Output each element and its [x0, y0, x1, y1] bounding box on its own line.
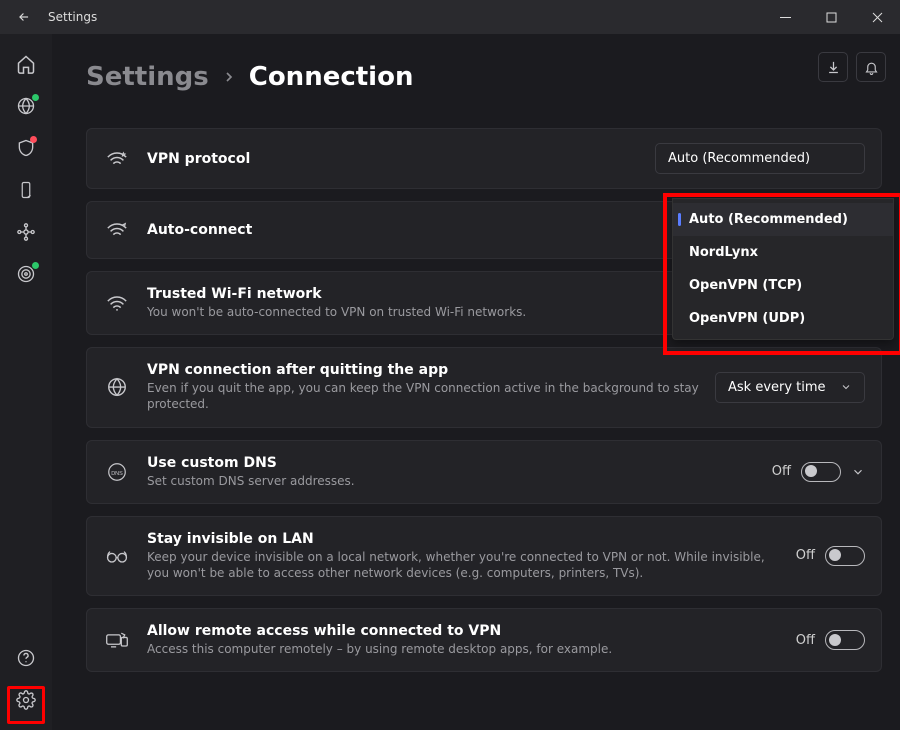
topbar-actions	[818, 52, 886, 82]
dropdown-option[interactable]: OpenVPN (TCP)	[673, 269, 893, 302]
setting-subtitle: Keep your device invisible on a local ne…	[147, 549, 780, 581]
setting-lan-invisible: Stay invisible on LAN Keep your device i…	[86, 516, 882, 596]
window-controls	[762, 0, 900, 34]
toggle-label: Off	[772, 464, 791, 479]
setting-title: Allow remote access while connected to V…	[147, 623, 780, 639]
remote-icon	[103, 626, 131, 654]
sidebar-item-home[interactable]	[10, 48, 42, 80]
setting-title: Use custom DNS	[147, 455, 756, 471]
status-dot-icon	[30, 136, 37, 143]
toggle-label: Off	[796, 633, 815, 648]
setting-after-quit: VPN connection after quitting the app Ev…	[86, 347, 882, 427]
setting-custom-dns: DNS Use custom DNS Set custom DNS server…	[86, 440, 882, 504]
remote-toggle[interactable]	[825, 630, 865, 650]
sidebar	[0, 34, 52, 730]
setting-subtitle: Even if you quit the app, you can keep t…	[147, 380, 699, 412]
dropdown-option[interactable]: NordLynx	[673, 236, 893, 269]
setting-title: VPN protocol	[147, 151, 639, 167]
sidebar-item-shield[interactable]	[10, 132, 42, 164]
dns-toggle[interactable]	[801, 462, 841, 482]
minimize-button[interactable]	[762, 0, 808, 34]
select-value: Auto (Recommended)	[668, 151, 810, 166]
glasses-icon	[103, 542, 131, 570]
toggle-label: Off	[796, 548, 815, 563]
maximize-button[interactable]	[808, 0, 854, 34]
select-value: Ask every time	[728, 380, 826, 395]
setting-subtitle: Set custom DNS server addresses.	[147, 473, 756, 489]
chevron-down-icon[interactable]	[851, 465, 865, 479]
download-button[interactable]	[818, 52, 848, 82]
wifi-arrow-icon	[103, 216, 131, 244]
sidebar-item-help[interactable]	[10, 642, 42, 674]
wifi-icon	[103, 289, 131, 317]
sidebar-item-settings[interactable]	[10, 684, 42, 716]
setting-title: Stay invisible on LAN	[147, 531, 780, 547]
lan-toggle[interactable]	[825, 546, 865, 566]
setting-subtitle: Access this computer remotely – by using…	[147, 641, 780, 657]
setting-title: Auto-connect	[147, 222, 709, 238]
breadcrumb: Settings Connection	[86, 62, 882, 92]
status-dot-icon	[32, 94, 39, 101]
setting-title: VPN connection after quitting the app	[147, 362, 699, 378]
status-dot-icon	[32, 262, 39, 269]
close-button[interactable]	[854, 0, 900, 34]
dropdown-option[interactable]: OpenVPN (UDP)	[673, 302, 893, 335]
protocol-select[interactable]: Auto (Recommended)	[655, 143, 865, 174]
wifi-star-icon	[103, 145, 131, 173]
chevron-down-icon	[840, 381, 852, 393]
breadcrumb-current: Connection	[249, 62, 414, 92]
notifications-button[interactable]	[856, 52, 886, 82]
back-button[interactable]	[10, 3, 38, 31]
window-title: Settings	[48, 10, 97, 24]
content-area: Settings Connection VPN protocol Auto (R…	[52, 34, 900, 730]
sidebar-item-mesh[interactable]	[10, 216, 42, 248]
globe-icon	[103, 373, 131, 401]
chevron-right-icon	[221, 69, 237, 85]
titlebar: Settings	[0, 0, 900, 34]
svg-text:DNS: DNS	[111, 470, 123, 476]
breadcrumb-root[interactable]: Settings	[86, 62, 209, 92]
dns-icon: DNS	[103, 458, 131, 486]
dropdown-option[interactable]: Auto (Recommended)	[673, 203, 893, 236]
after-quit-select[interactable]: Ask every time	[715, 372, 865, 403]
setting-remote-access: Allow remote access while connected to V…	[86, 608, 882, 672]
sidebar-item-scan[interactable]	[10, 258, 42, 290]
protocol-dropdown: Auto (Recommended) NordLynx OpenVPN (TCP…	[672, 198, 894, 340]
sidebar-item-device[interactable]	[10, 174, 42, 206]
setting-vpn-protocol: VPN protocol Auto (Recommended)	[86, 128, 882, 189]
sidebar-item-globe[interactable]	[10, 90, 42, 122]
